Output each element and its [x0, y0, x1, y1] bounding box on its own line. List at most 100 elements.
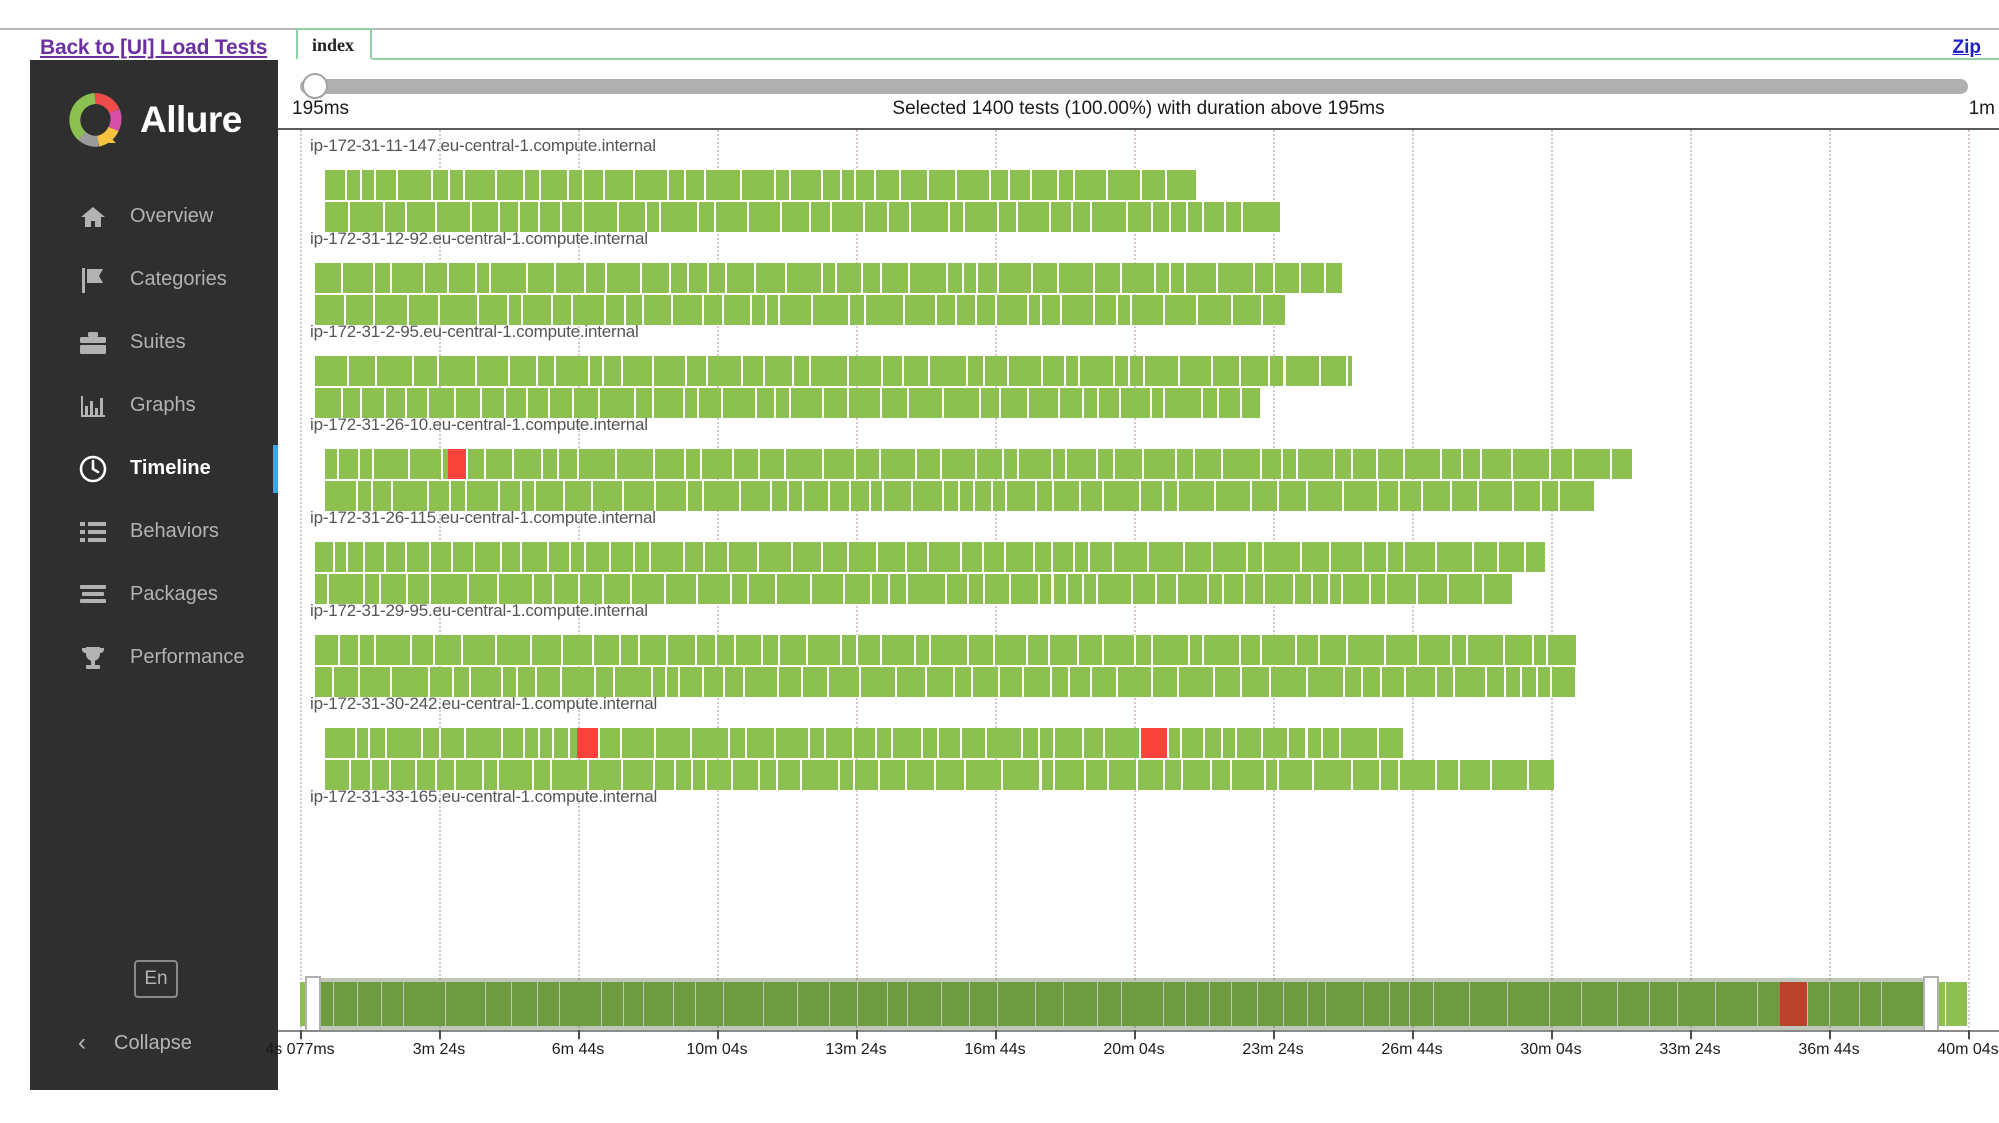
test-segment[interactable] [685, 449, 702, 479]
test-segment[interactable] [977, 449, 1005, 479]
test-segment[interactable] [876, 728, 893, 758]
test-segment[interactable] [667, 635, 697, 665]
test-segment[interactable] [325, 202, 351, 232]
test-segment[interactable] [1121, 263, 1157, 293]
test-segment[interactable] [930, 356, 969, 386]
test-segment[interactable] [670, 263, 690, 293]
test-segment[interactable] [1266, 760, 1280, 790]
test-segment[interactable] [733, 449, 760, 479]
test-segment[interactable] [586, 263, 608, 293]
test-segment[interactable] [1041, 295, 1062, 325]
test-segment[interactable] [1342, 574, 1371, 604]
test-segment[interactable] [570, 542, 586, 572]
test-segment[interactable] [1204, 202, 1227, 232]
test-segment[interactable] [1142, 170, 1167, 200]
timeline-lane[interactable] [325, 481, 1618, 511]
test-segment[interactable] [984, 574, 1011, 604]
test-segment[interactable] [776, 388, 791, 418]
test-segment[interactable] [1181, 728, 1206, 758]
test-segment[interactable] [689, 263, 709, 293]
test-segment[interactable] [1219, 388, 1242, 418]
timeline-lane[interactable] [325, 202, 1297, 232]
test-segment[interactable] [1164, 760, 1183, 790]
test-segment[interactable] [871, 574, 890, 604]
test-segment[interactable] [1005, 542, 1036, 572]
test-segment[interactable] [552, 760, 590, 790]
test-segment[interactable] [325, 170, 348, 200]
test-segment[interactable] [1097, 449, 1115, 479]
test-segment[interactable] [437, 202, 473, 232]
test-segment[interactable] [1297, 635, 1320, 665]
test-segment[interactable] [429, 667, 454, 697]
test-segment[interactable] [937, 295, 957, 325]
test-segment[interactable] [373, 449, 411, 479]
test-segment[interactable] [440, 728, 467, 758]
test-segment[interactable] [555, 263, 587, 293]
test-segment[interactable] [1152, 635, 1190, 665]
test-segment[interactable] [509, 295, 524, 325]
test-segment[interactable] [698, 574, 732, 604]
test-segment[interactable] [540, 202, 562, 232]
test-segment[interactable] [1004, 449, 1019, 479]
test-segment[interactable] [1156, 574, 1179, 604]
test-segment[interactable] [338, 449, 360, 479]
test-segment[interactable] [643, 295, 674, 325]
test-segment[interactable] [749, 202, 783, 232]
test-segment[interactable] [1353, 449, 1378, 479]
test-segment[interactable] [791, 170, 824, 200]
test-segment[interactable] [1474, 542, 1500, 572]
test-segment[interactable] [778, 760, 802, 790]
test-segment[interactable] [984, 356, 1009, 386]
test-segment[interactable] [922, 728, 940, 758]
test-segment[interactable] [369, 728, 387, 758]
test-segment[interactable] [456, 760, 484, 790]
test-segment[interactable] [440, 295, 479, 325]
timeline-lane[interactable] [325, 728, 1501, 758]
test-segment[interactable] [1422, 481, 1452, 511]
test-segment[interactable] [518, 667, 538, 697]
sidebar-item-categories[interactable]: Categories [30, 248, 278, 311]
test-segment[interactable] [1066, 356, 1080, 386]
test-segment[interactable] [453, 667, 472, 697]
test-segment[interactable] [849, 356, 883, 386]
test-segment[interactable] [1217, 263, 1256, 293]
test-segment[interactable] [528, 388, 550, 418]
timeline-lane[interactable] [325, 449, 1635, 479]
test-segment[interactable] [359, 635, 376, 665]
test-segment[interactable] [972, 667, 1001, 697]
test-segment[interactable] [882, 635, 916, 665]
test-segment[interactable] [503, 667, 519, 697]
test-segment[interactable] [1406, 667, 1438, 697]
test-segment[interactable] [832, 202, 865, 232]
test-segment[interactable] [540, 170, 570, 200]
test-segment[interactable] [866, 295, 906, 325]
test-segment[interactable] [736, 635, 763, 665]
test-segment[interactable] [1049, 635, 1079, 665]
test-segment[interactable] [687, 356, 708, 386]
test-segment[interactable] [325, 728, 357, 758]
test-segment[interactable] [1418, 635, 1453, 665]
test-segment[interactable] [1212, 356, 1242, 386]
test-segment[interactable] [342, 388, 362, 418]
test-segment[interactable] [707, 760, 733, 790]
test-segment[interactable] [406, 388, 430, 418]
test-segment[interactable] [685, 542, 705, 572]
test-segment[interactable] [975, 481, 993, 511]
test-segment[interactable] [823, 449, 857, 479]
test-segment[interactable] [428, 481, 452, 511]
test-segment[interactable] [1462, 449, 1483, 479]
test-segment[interactable] [1130, 356, 1145, 386]
test-segment[interactable] [1114, 542, 1150, 572]
test-segment[interactable] [1459, 760, 1492, 790]
test-segment[interactable] [1053, 449, 1068, 479]
test-segment[interactable] [514, 449, 544, 479]
test-segment[interactable] [653, 667, 667, 697]
test-segment[interactable] [451, 481, 467, 511]
test-segment[interactable] [348, 542, 365, 572]
test-segment[interactable] [625, 295, 644, 325]
test-segment[interactable] [1538, 667, 1552, 697]
test-segment[interactable] [1067, 574, 1084, 604]
test-segment[interactable] [995, 635, 1029, 665]
test-segment[interactable] [466, 481, 501, 511]
test-segment[interactable] [376, 170, 399, 200]
